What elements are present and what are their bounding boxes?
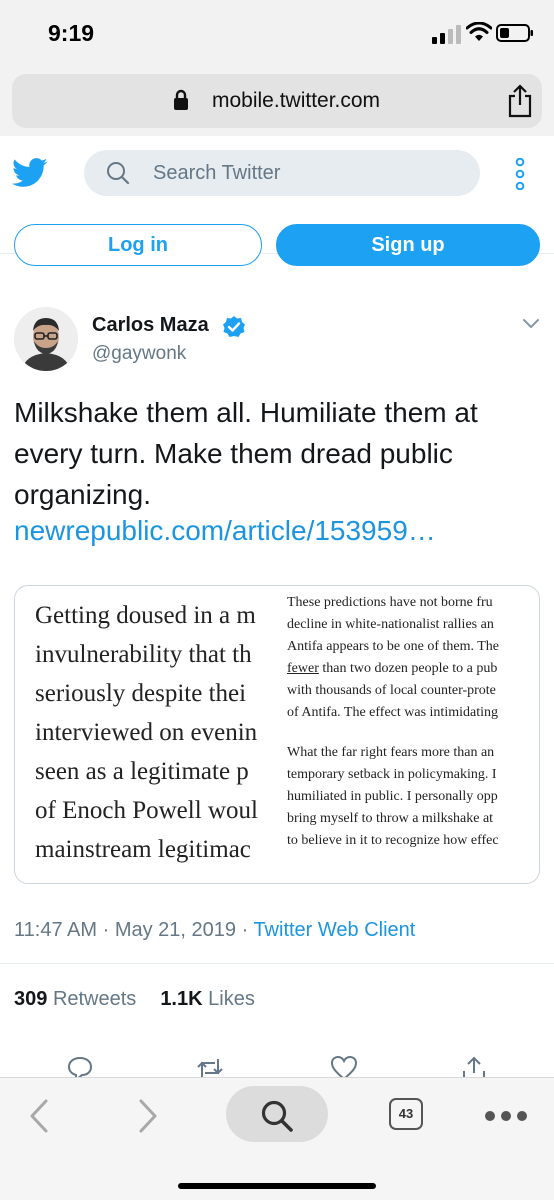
- article-line: with thousands of local counter-prote: [287, 683, 496, 698]
- tweet-timestamp: 11:47 AM · May 21, 2019 · Twitter Web Cl…: [14, 919, 416, 941]
- article-excerpt-small: These predictions have not borne fru dec…: [287, 592, 539, 882]
- search-icon: [261, 1100, 293, 1132]
- twitter-bird-icon[interactable]: [12, 158, 48, 188]
- browser-top-bar: mobile.twitter.com: [0, 70, 554, 136]
- forward-icon[interactable]: [137, 1098, 159, 1134]
- article-line: mainstream legitimac: [35, 836, 251, 863]
- article-line: seen as a legitimate p: [35, 758, 249, 785]
- wifi-icon: [466, 22, 492, 41]
- author-handle[interactable]: @gaywonk: [92, 343, 186, 365]
- likes-stat[interactable]: 1.1K Likes: [160, 988, 255, 1010]
- tweet-client[interactable]: Twitter Web Client: [253, 919, 415, 941]
- chevron-down-icon[interactable]: [522, 318, 540, 330]
- article-excerpt-large: Getting doused in a m invulnerability th…: [35, 596, 287, 876]
- article-line: What the far right fears more than an: [287, 745, 495, 760]
- tweet-stats: 309 Retweets 1.1K Likes: [14, 988, 255, 1011]
- article-line: temporary setback in policymaking. I: [287, 767, 497, 782]
- battery-icon: [496, 24, 533, 42]
- article-line: of Enoch Powell woul: [35, 797, 258, 824]
- retweets-count: 309: [14, 988, 48, 1010]
- more-vertical-icon[interactable]: [514, 158, 526, 190]
- search-placeholder: Search Twitter: [153, 162, 281, 184]
- retweets-stat[interactable]: 309 Retweets: [14, 988, 136, 1010]
- article-line: Getting doused in a m: [35, 602, 256, 629]
- article-line: decline in white-nationalist rallies an: [287, 617, 494, 632]
- search-icon: [107, 162, 130, 185]
- back-icon[interactable]: [28, 1098, 50, 1134]
- article-line: seriously despite thei: [35, 680, 247, 707]
- article-line: humiliated in public. I personally opp: [287, 789, 498, 804]
- article-line: fewer than two dozen people to a pub: [287, 661, 498, 676]
- article-line: bring myself to throw a milkshake at: [287, 811, 494, 826]
- search-input[interactable]: Search Twitter: [84, 150, 480, 196]
- author-name[interactable]: Carlos Maza: [92, 314, 209, 337]
- search-button[interactable]: [226, 1086, 328, 1142]
- article-line: of Antifa. The effect was intimidating: [287, 705, 498, 720]
- likes-label: Likes: [208, 988, 255, 1010]
- status-time: 9:19: [48, 20, 95, 46]
- verified-icon: [223, 316, 245, 337]
- home-indicator: [178, 1183, 376, 1189]
- more-horizontal-icon[interactable]: [484, 1110, 528, 1122]
- tweet-image[interactable]: Getting doused in a m invulnerability th…: [14, 585, 540, 884]
- article-line: These predictions have not borne fru: [287, 595, 493, 610]
- article-line: interviewed on evenin: [35, 719, 258, 746]
- url-text: mobile.twitter.com: [212, 89, 381, 112]
- signup-button[interactable]: Sign up: [276, 224, 540, 266]
- share-icon[interactable]: [506, 84, 534, 118]
- cellular-signal-icon: [432, 25, 461, 44]
- lock-icon: [174, 89, 188, 110]
- avatar[interactable]: [14, 307, 78, 371]
- tweet-date[interactable]: May 21, 2019: [115, 919, 236, 941]
- article-line: to believe in it to recognize how effec: [287, 833, 499, 848]
- tabs-button[interactable]: 43: [389, 1098, 423, 1130]
- tweet-time[interactable]: 11:47 AM: [14, 919, 97, 941]
- tweet-text: Milkshake them all. Humiliate them at ev…: [14, 397, 478, 510]
- article-line: Antifa appears to be one of them. The: [287, 639, 500, 654]
- twitter-header: Search Twitter Log in Sign up: [0, 136, 554, 266]
- divider: [0, 963, 554, 964]
- tweet-link[interactable]: newrepublic.com/article/153959…: [14, 515, 436, 547]
- login-button[interactable]: Log in: [14, 224, 262, 266]
- likes-count: 1.1K: [160, 988, 203, 1010]
- article-line: invulnerability that th: [35, 641, 252, 668]
- retweets-label: Retweets: [52, 988, 137, 1010]
- status-bar: 9:19: [0, 0, 554, 70]
- address-bar[interactable]: mobile.twitter.com: [12, 74, 542, 128]
- browser-toolbar: 43: [0, 1077, 554, 1200]
